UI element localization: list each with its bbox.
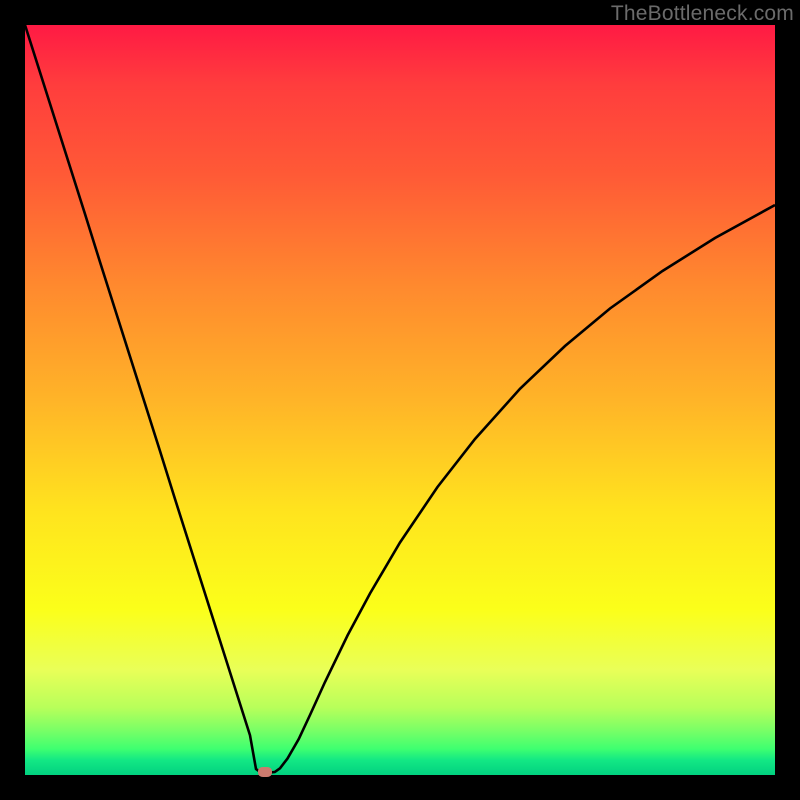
- optimum-marker: [258, 767, 272, 777]
- bottleneck-curve: [25, 25, 775, 775]
- chart-frame: TheBottleneck.com: [0, 0, 800, 800]
- watermark-text: TheBottleneck.com: [611, 2, 794, 26]
- plot-area: [25, 25, 775, 775]
